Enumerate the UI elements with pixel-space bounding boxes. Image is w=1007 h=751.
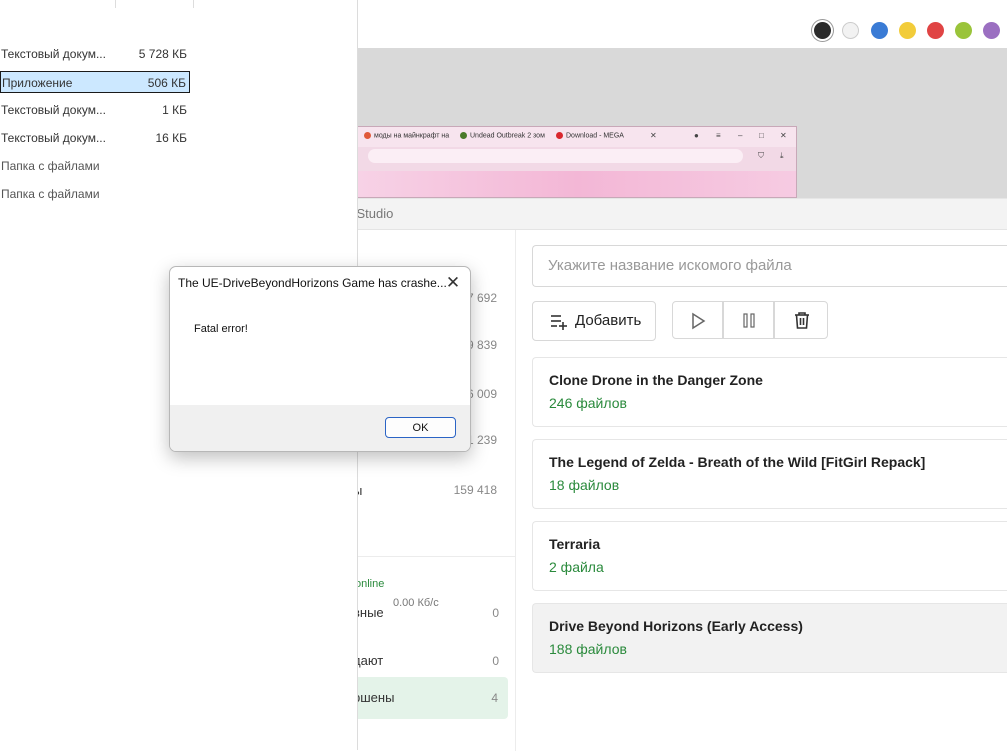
- folder-row[interactable]: Папка с файлами: [0, 155, 190, 177]
- dialog-message: Fatal error!: [194, 323, 248, 335]
- file-row[interactable]: Текстовый докум... 1 КБ: [0, 99, 190, 121]
- ok-button[interactable]: OK: [385, 417, 456, 438]
- download-icon[interactable]: ⤓: [780, 151, 784, 161]
- color-swatch[interactable]: [814, 22, 831, 39]
- color-swatch[interactable]: [955, 22, 972, 39]
- add-torrent-button[interactable]: Добавить: [532, 301, 656, 341]
- torrent-list-item[interactable]: The Legend of Zelda - Breath of the Wild…: [532, 439, 1007, 509]
- sidebar-count: 7 692: [466, 291, 497, 305]
- color-swatch[interactable]: [927, 22, 944, 39]
- minimize-icon[interactable]: –: [738, 131, 742, 140]
- pause-button[interactable]: [723, 301, 774, 339]
- crash-dialog: The UE-DriveBeyondHorizons Game has cras…: [169, 266, 471, 452]
- browser-thumbnail[interactable]: моды на майнкрафт на Undead Outbreak 2 з…: [357, 126, 797, 198]
- dialog-footer: OK: [170, 405, 470, 451]
- file-row[interactable]: Текстовый докум... 16 КБ: [0, 127, 190, 149]
- tab-favicon-icon: [460, 132, 467, 139]
- color-swatch[interactable]: [899, 22, 916, 39]
- folder-row[interactable]: Папка с файлами: [0, 183, 190, 205]
- pause-icon: [743, 313, 755, 328]
- file-row[interactable]: Текстовый докум... 5 728 КБ: [0, 43, 190, 65]
- torrent-list-item[interactable]: Clone Drone in the Danger Zone 246 файло…: [532, 357, 1007, 427]
- sidebar-count: 9 839: [466, 338, 497, 352]
- download-speed: 0.00 Кб/с: [393, 597, 439, 609]
- sidebar-item-active[interactable]: вные 0.00 Кб/с 0: [340, 595, 505, 631]
- window-title: l Studio: [340, 199, 1007, 230]
- color-swatch[interactable]: [871, 22, 888, 39]
- color-swatch[interactable]: [983, 22, 1000, 39]
- playlist-add-icon: [550, 302, 568, 355]
- search-input[interactable]: Укажите название искомого файла: [532, 245, 1007, 287]
- menu-icon[interactable]: ≡: [716, 131, 721, 140]
- profile-icon[interactable]: ●: [694, 131, 699, 140]
- maximize-icon[interactable]: □: [759, 131, 764, 140]
- browser-tab-strip: моды на майнкрафт на Undead Outbreak 2 з…: [358, 127, 796, 147]
- file-row-selected[interactable]: Приложение 506 КБ: [0, 71, 190, 93]
- browser-tab-0[interactable]: моды на майнкрафт на: [364, 132, 449, 139]
- online-status: online: [355, 578, 385, 590]
- color-swatch[interactable]: [842, 22, 859, 39]
- sidebar-count: 1 239: [466, 433, 497, 447]
- tab-favicon-icon: [556, 132, 563, 139]
- browser-tab-2[interactable]: Download - MEGA: [556, 132, 624, 139]
- torrent-list-item[interactable]: Drive Beyond Horizons (Early Access) 188…: [532, 603, 1007, 673]
- browser-tab-1[interactable]: Undead Outbreak 2 зом: [460, 132, 545, 139]
- column-divider[interactable]: [115, 0, 116, 8]
- browser-page-content: [358, 171, 796, 197]
- close-window-icon[interactable]: ✕: [780, 131, 787, 140]
- close-icon[interactable]: ✕: [440, 271, 466, 295]
- play-icon: [692, 312, 706, 330]
- sidebar-item-completed[interactable]: ршены 4: [340, 677, 508, 719]
- delete-button[interactable]: [774, 301, 828, 339]
- browser-address-bar[interactable]: [368, 149, 743, 163]
- sidebar-count: 6 009: [466, 387, 497, 401]
- close-tab-icon[interactable]: ✕: [650, 131, 657, 140]
- torrent-list-item[interactable]: Terraria 2 файла: [532, 521, 1007, 591]
- start-button[interactable]: [672, 301, 723, 339]
- sidebar-item-seeding[interactable]: дают 0: [340, 643, 505, 679]
- dialog-title: The UE-DriveBeyondHorizons Game has cras…: [178, 276, 447, 290]
- sidebar-item-all[interactable]: ы 159 418: [340, 483, 505, 523]
- bookmark-icon[interactable]: ⛉: [758, 151, 764, 161]
- tab-favicon-icon: [364, 132, 371, 139]
- column-divider[interactable]: [193, 0, 194, 8]
- trash-icon: [795, 312, 809, 329]
- divider: [340, 556, 515, 557]
